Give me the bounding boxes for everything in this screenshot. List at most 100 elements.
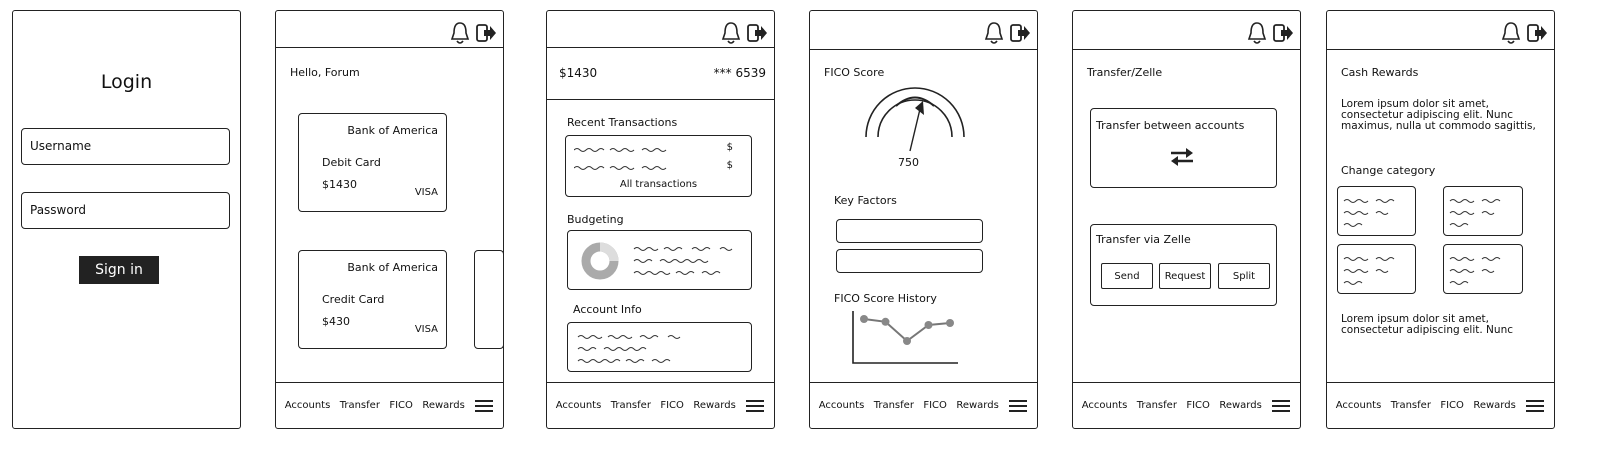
hamburger-menu-icon[interactable] (474, 399, 494, 413)
nav-accounts[interactable]: Accounts (1336, 400, 1382, 411)
logout-icon[interactable] (1009, 21, 1031, 45)
card-network: VISA (414, 187, 438, 198)
nav-fico[interactable]: FICO (1186, 400, 1210, 411)
header-icons (1500, 21, 1548, 45)
bottom-nav: Accounts Transfer FICO Rewards (1327, 382, 1554, 428)
header-divider (1073, 49, 1300, 50)
card-type: Debit Card (322, 156, 381, 169)
all-transactions-link[interactable]: All transactions (566, 179, 751, 190)
bottom-nav: Accounts Transfer FICO Rewards (810, 382, 1037, 428)
transaction-line (574, 148, 667, 152)
logout-icon[interactable] (475, 21, 497, 45)
transfer-between-accounts-card[interactable]: Transfer between accounts (1090, 108, 1277, 188)
nav-transfer[interactable]: Transfer (340, 400, 380, 411)
fico-history-chart (852, 311, 958, 364)
nav-transfer[interactable]: Transfer (874, 400, 914, 411)
fico-screen: FICO Score 750 Key Factors FICO Score Hi… (809, 10, 1038, 429)
budgeting-box[interactable] (567, 230, 752, 290)
transfer-zelle-card: Transfer via Zelle Send Request Split (1090, 224, 1277, 306)
balance-divider (547, 99, 774, 100)
fico-score-value: 750 (898, 156, 919, 169)
username-field[interactable]: Username (21, 128, 230, 165)
nav-fico[interactable]: FICO (923, 400, 947, 411)
logout-icon[interactable] (746, 21, 768, 45)
category-tile[interactable] (1443, 244, 1523, 294)
bell-icon[interactable] (449, 21, 471, 45)
header-icons (983, 21, 1031, 45)
login-screen: Login Username Password Sign in (12, 10, 241, 429)
key-factors-title: Key Factors (834, 194, 897, 207)
nav-accounts[interactable]: Accounts (285, 400, 331, 411)
budget-text-lines (633, 247, 733, 275)
transaction-amount: $ (726, 142, 733, 153)
key-factor-box[interactable] (836, 219, 983, 243)
nav-accounts[interactable]: Accounts (556, 400, 602, 411)
fico-history-point (860, 315, 868, 323)
header-divider (547, 47, 774, 48)
rewards-description: Lorem ipsum dolor sit amet, consectetur … (1341, 98, 1536, 132)
bell-icon[interactable] (1246, 21, 1268, 45)
login-title: Login (100, 71, 153, 93)
category-tile[interactable] (1337, 244, 1416, 294)
bell-icon[interactable] (720, 21, 742, 45)
recent-transactions-title: Recent Transactions (567, 116, 678, 129)
recent-transactions-box[interactable]: $ $ All transactions (565, 135, 752, 197)
header-divider (276, 47, 503, 48)
credit-card[interactable]: Bank of America Credit Card $430 VISA (298, 250, 447, 349)
hamburger-menu-icon[interactable] (745, 399, 765, 413)
nav-fico[interactable]: FICO (660, 400, 684, 411)
nav-rewards[interactable]: Rewards (956, 400, 998, 411)
password-field[interactable]: Password (21, 192, 230, 229)
nav-transfer[interactable]: Transfer (1391, 400, 1431, 411)
header-icons (449, 21, 497, 45)
change-category-title: Change category (1341, 164, 1436, 177)
nav-rewards[interactable]: Rewards (1473, 400, 1515, 411)
nav-rewards[interactable]: Rewards (422, 400, 464, 411)
next-card-peek[interactable] (474, 250, 504, 349)
category-text-lines (1343, 257, 1395, 285)
fico-history-point (881, 317, 890, 326)
hamburger-menu-icon[interactable] (1008, 399, 1028, 413)
transfer-screen: Transfer/Zelle Transfer between accounts… (1072, 10, 1301, 429)
account-info-title: Account Info (573, 303, 642, 316)
hamburger-menu-icon[interactable] (1271, 399, 1291, 413)
transfer-zelle-label: Transfer via Zelle (1096, 233, 1191, 246)
nav-transfer[interactable]: Transfer (611, 400, 651, 411)
bottom-nav: Accounts Transfer FICO Rewards (276, 382, 503, 428)
nav-transfer[interactable]: Transfer (1137, 400, 1177, 411)
nav-fico[interactable]: FICO (1440, 400, 1464, 411)
nav-fico[interactable]: FICO (389, 400, 413, 411)
bottom-nav: Accounts Transfer FICO Rewards (547, 382, 774, 428)
fico-history-point (924, 321, 933, 329)
fico-history-title: FICO Score History (834, 292, 937, 305)
fico-gauge (865, 87, 965, 152)
card-bank: Bank of America (347, 124, 438, 137)
category-tile[interactable] (1337, 186, 1416, 236)
bell-icon[interactable] (1500, 21, 1522, 45)
budgeting-title: Budgeting (567, 213, 624, 226)
header-icons (1246, 21, 1294, 45)
category-tile[interactable] (1443, 186, 1523, 236)
rewards-description-2: Lorem ipsum dolor sit amet, consectetur … (1341, 314, 1513, 336)
hamburger-menu-icon[interactable] (1525, 399, 1545, 413)
split-button[interactable]: Split (1218, 263, 1270, 289)
send-button[interactable]: Send (1101, 263, 1153, 289)
greeting: Hello, Forum (290, 66, 360, 79)
cash-rewards-title: Cash Rewards (1341, 66, 1419, 79)
bell-icon[interactable] (983, 21, 1005, 45)
balance: $1430 (559, 66, 598, 80)
key-factor-box[interactable] (836, 249, 983, 273)
debit-card[interactable]: Bank of America Debit Card $1430 VISA (298, 113, 447, 212)
transfer-title: Transfer/Zelle (1087, 66, 1163, 79)
nav-accounts[interactable]: Accounts (1082, 400, 1128, 411)
logout-icon[interactable] (1526, 21, 1548, 45)
accounts-screen: Hello, Forum Bank of America Debit Card … (275, 10, 504, 429)
sign-in-button[interactable]: Sign in (79, 256, 159, 284)
request-button[interactable]: Request (1159, 263, 1211, 289)
nav-rewards[interactable]: Rewards (693, 400, 735, 411)
nav-rewards[interactable]: Rewards (1219, 400, 1261, 411)
nav-accounts[interactable]: Accounts (819, 400, 865, 411)
account-info-box[interactable] (567, 322, 752, 372)
logout-icon[interactable] (1272, 21, 1294, 45)
header-divider (1327, 49, 1554, 50)
